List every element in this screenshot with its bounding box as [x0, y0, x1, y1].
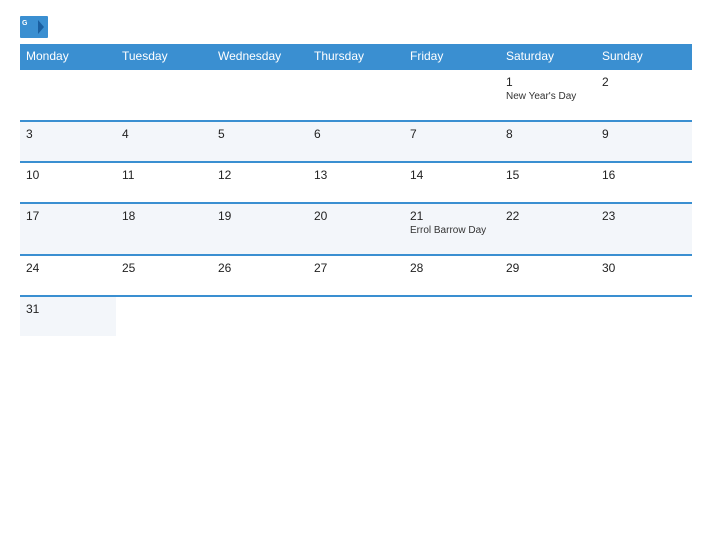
calendar-table: MondayTuesdayWednesdayThursdayFridaySatu… — [20, 44, 692, 336]
calendar-cell: 29 — [500, 255, 596, 296]
day-number: 12 — [218, 168, 302, 182]
logo: G — [20, 16, 52, 38]
day-number: 22 — [506, 209, 590, 223]
calendar-cell: 28 — [404, 255, 500, 296]
calendar-cell: 19 — [212, 203, 308, 255]
day-number: 15 — [506, 168, 590, 182]
day-number: 13 — [314, 168, 398, 182]
calendar-cell: 24 — [20, 255, 116, 296]
calendar-cell: 6 — [308, 121, 404, 162]
weekday-header-sunday: Sunday — [596, 44, 692, 69]
calendar-week-1: 1 New Year's Day 2 — [20, 69, 692, 121]
calendar-week-4: 17 18 19 20 21 Errol Barrow Day 22 23 — [20, 203, 692, 255]
day-number: 2 — [602, 75, 686, 89]
calendar-cell — [596, 296, 692, 336]
weekday-header-monday: Monday — [20, 44, 116, 69]
day-number: 20 — [314, 209, 398, 223]
calendar-cell: 17 — [20, 203, 116, 255]
day-number: 3 — [26, 127, 110, 141]
day-number: 27 — [314, 261, 398, 275]
weekday-row: MondayTuesdayWednesdayThursdayFridaySatu… — [20, 44, 692, 69]
svg-text:G: G — [22, 20, 28, 27]
calendar-cell: 16 — [596, 162, 692, 203]
weekday-header-saturday: Saturday — [500, 44, 596, 69]
calendar-cell — [212, 296, 308, 336]
logo-icon: G — [20, 16, 48, 38]
day-number: 28 — [410, 261, 494, 275]
calendar-cell: 31 — [20, 296, 116, 336]
calendar-cell: 4 — [116, 121, 212, 162]
day-number: 6 — [314, 127, 398, 141]
calendar-cell: 23 — [596, 203, 692, 255]
weekday-header-friday: Friday — [404, 44, 500, 69]
day-number: 8 — [506, 127, 590, 141]
calendar-cell: 9 — [596, 121, 692, 162]
page-header: G — [20, 16, 692, 38]
calendar-cell: 30 — [596, 255, 692, 296]
calendar-week-6: 31 — [20, 296, 692, 336]
calendar-cell — [20, 69, 116, 121]
calendar-cell: 25 — [116, 255, 212, 296]
calendar-cell: 8 — [500, 121, 596, 162]
day-number: 31 — [26, 302, 110, 316]
day-number: 25 — [122, 261, 206, 275]
country-label — [612, 16, 692, 22]
day-number: 11 — [122, 168, 206, 182]
weekday-header-tuesday: Tuesday — [116, 44, 212, 69]
day-number: 18 — [122, 209, 206, 223]
day-number: 17 — [26, 209, 110, 223]
calendar-header: MondayTuesdayWednesdayThursdayFridaySatu… — [20, 44, 692, 69]
calendar-cell: 26 — [212, 255, 308, 296]
calendar-cell: 7 — [404, 121, 500, 162]
calendar-cell: 18 — [116, 203, 212, 255]
calendar-cell — [212, 69, 308, 121]
day-number: 26 — [218, 261, 302, 275]
calendar-cell — [500, 296, 596, 336]
calendar-week-2: 3456789 — [20, 121, 692, 162]
calendar-week-3: 10 11 12 13 14 15 16 — [20, 162, 692, 203]
calendar-cell: 13 — [308, 162, 404, 203]
calendar-cell: 27 — [308, 255, 404, 296]
calendar-cell: 10 — [20, 162, 116, 203]
calendar-cell: 1 New Year's Day — [500, 69, 596, 121]
day-number: 24 — [26, 261, 110, 275]
day-number: 5 — [218, 127, 302, 141]
calendar-cell: 2 — [596, 69, 692, 121]
calendar-week-5: 24 25 26 27 28 29 30 — [20, 255, 692, 296]
calendar-cell: 14 — [404, 162, 500, 203]
day-number: 14 — [410, 168, 494, 182]
calendar-cell: 3 — [20, 121, 116, 162]
calendar-cell — [308, 69, 404, 121]
calendar-cell: 11 — [116, 162, 212, 203]
calendar-cell: 20 — [308, 203, 404, 255]
day-number: 4 — [122, 127, 206, 141]
day-number: 9 — [602, 127, 686, 141]
day-number: 21 — [410, 209, 494, 223]
calendar-cell — [404, 296, 500, 336]
day-number: 16 — [602, 168, 686, 182]
calendar-cell: 21 Errol Barrow Day — [404, 203, 500, 255]
day-number: 10 — [26, 168, 110, 182]
day-number: 30 — [602, 261, 686, 275]
calendar-body: 1New Year's Day2345678910111213141516171… — [20, 69, 692, 336]
calendar-cell — [404, 69, 500, 121]
day-number: 1 — [506, 75, 590, 89]
day-number: 23 — [602, 209, 686, 223]
calendar-cell: 15 — [500, 162, 596, 203]
calendar-page: G MondayTuesdayWednesdayThursdayFridaySa… — [0, 0, 712, 550]
holiday-label: Errol Barrow Day — [410, 225, 494, 236]
holiday-label: New Year's Day — [506, 91, 590, 102]
calendar-cell: 12 — [212, 162, 308, 203]
calendar-cell — [308, 296, 404, 336]
weekday-header-thursday: Thursday — [308, 44, 404, 69]
calendar-cell: 22 — [500, 203, 596, 255]
weekday-header-wednesday: Wednesday — [212, 44, 308, 69]
calendar-cell — [116, 296, 212, 336]
calendar-cell: 5 — [212, 121, 308, 162]
day-number: 29 — [506, 261, 590, 275]
calendar-cell — [116, 69, 212, 121]
day-number: 19 — [218, 209, 302, 223]
day-number: 7 — [410, 127, 494, 141]
